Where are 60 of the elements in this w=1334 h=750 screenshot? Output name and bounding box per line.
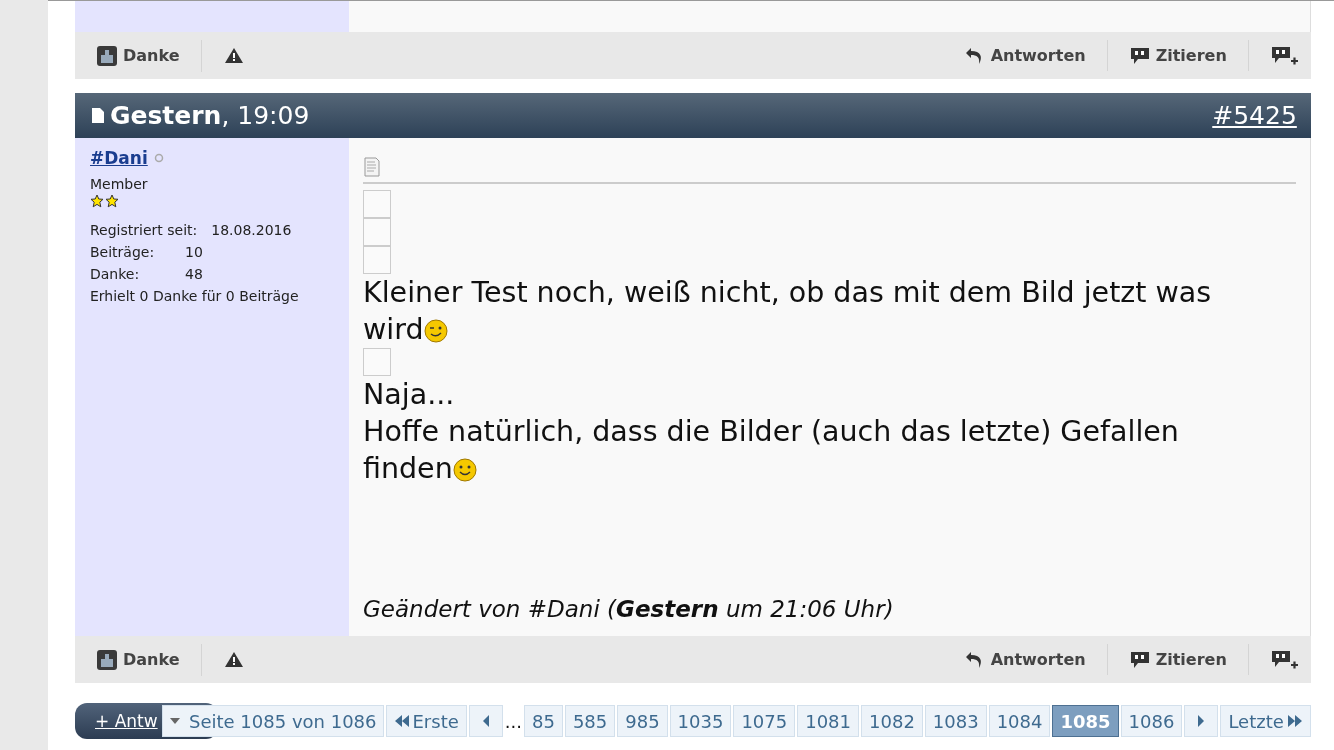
image-placeholder <box>363 190 391 218</box>
warning-icon[interactable] <box>223 651 244 668</box>
page-link[interactable]: 1085 <box>1052 705 1119 737</box>
thumbs-up-icon <box>97 649 117 670</box>
page-link[interactable]: 1083 <box>924 705 987 737</box>
message-icon <box>363 156 381 178</box>
message-text: Hoffe natürlich, dass die Bilder (auch das letzte) Gefallen finden <box>363 414 1180 487</box>
quote-button[interactable]: Zitieren <box>1129 40 1249 71</box>
page-link[interactable]: 85 <box>523 705 563 737</box>
page-link[interactable]: 1075 <box>733 705 796 737</box>
stat-value: 18.08.2016 <box>211 222 292 238</box>
thumbs-up-icon <box>97 45 117 66</box>
winking-smiley-icon <box>423 319 448 343</box>
page-link[interactable]: 1081 <box>797 705 860 737</box>
multi-quote-icon[interactable] <box>1270 45 1299 66</box>
first-page-link[interactable]: Erste <box>385 705 467 737</box>
post-date: Gestern, 19:09 <box>110 101 310 130</box>
arrow-left-icon <box>481 714 490 728</box>
double-arrow-right-icon <box>1286 714 1303 728</box>
image-placeholder <box>363 218 391 246</box>
speech-bubble-icon <box>1129 650 1150 669</box>
page-dropdown[interactable]: Seite 1085 von 1086 <box>162 705 384 737</box>
thanks-note: Erhielt 0 Danke für 0 Beiträge <box>90 287 300 306</box>
next-page-link[interactable] <box>1184 705 1219 737</box>
document-icon <box>91 107 105 124</box>
page-link[interactable]: 1035 <box>669 705 732 737</box>
page-link[interactable]: 985 <box>617 705 668 737</box>
stat-label: Beiträge: <box>90 243 156 262</box>
multi-quote-icon[interactable] <box>1270 649 1299 670</box>
page-link[interactable]: 585 <box>564 705 616 737</box>
page-link[interactable]: 1084 <box>988 705 1051 737</box>
stat-value: 10 <box>185 244 203 260</box>
reply-button[interactable]: Antworten <box>964 644 1108 675</box>
double-arrow-left-icon <box>393 714 410 728</box>
post-number-link[interactable]: #5425 <box>1212 101 1297 130</box>
user-rank: Member <box>90 176 149 192</box>
rank-stars-icon <box>90 194 120 209</box>
warning-icon[interactable] <box>223 47 244 64</box>
page-link[interactable]: 1086 <box>1120 705 1183 737</box>
page-link[interactable]: 1082 <box>861 705 923 737</box>
edit-note: Geändert von #Dani (Gestern um 21:06 Uhr) <box>363 596 895 622</box>
thanks-button[interactable]: Danke <box>97 39 202 72</box>
message-text: Naja... <box>363 377 456 413</box>
last-page-link[interactable]: Letzte <box>1220 705 1311 737</box>
stat-label: Registriert seit: <box>90 221 199 240</box>
previous-page-link[interactable] <box>468 705 503 737</box>
speech-bubble-icon <box>1129 46 1150 65</box>
smiley-icon <box>452 458 477 482</box>
ellipsis: ... <box>504 710 522 732</box>
quote-button[interactable]: Zitieren <box>1129 644 1249 675</box>
reply-button[interactable]: Antworten <box>964 40 1108 71</box>
thanks-button[interactable]: Danke <box>97 643 202 676</box>
image-placeholder <box>363 348 391 376</box>
image-placeholder <box>363 246 391 274</box>
stat-label: Danke: <box>90 265 141 284</box>
dropdown-caret-icon <box>169 717 181 725</box>
message-text: Kleiner Test noch, weiß nicht, ob das mit dem Bild jetzt was wird <box>363 275 1213 348</box>
username-link[interactable]: #Dani <box>90 148 148 168</box>
stat-value: 48 <box>185 266 203 282</box>
arrow-right-icon <box>1197 714 1206 728</box>
